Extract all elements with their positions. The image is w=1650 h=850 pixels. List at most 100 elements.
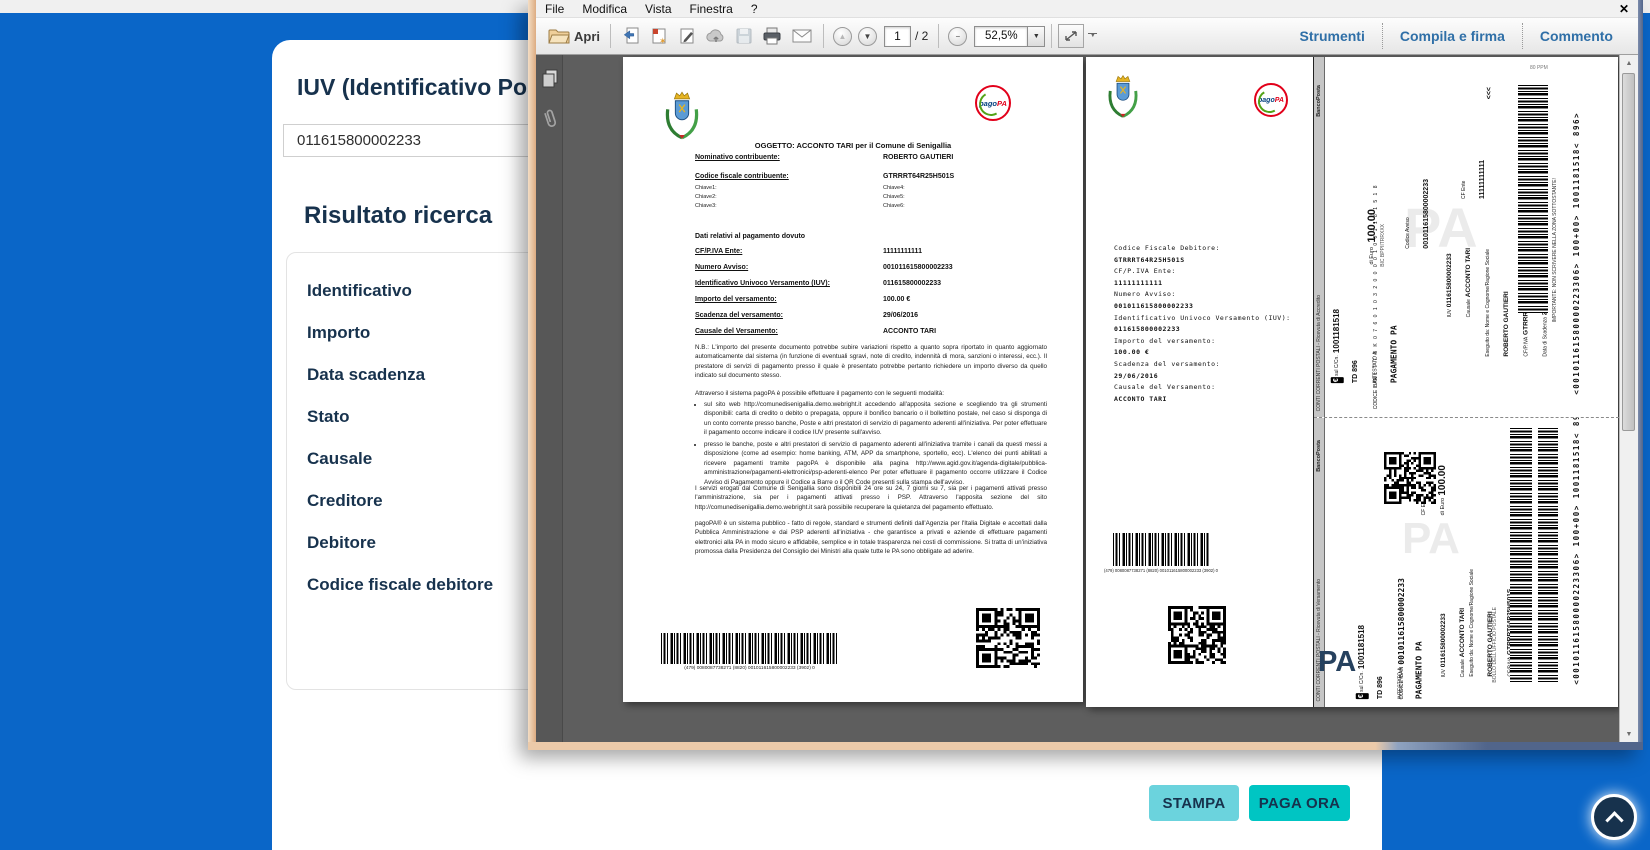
importo-row: Importo del versamento: 100.00 € — [695, 296, 1055, 303]
window-frame-bottom — [528, 742, 1643, 750]
qr-code — [1168, 606, 1226, 664]
tab-commento[interactable]: Commento — [1523, 23, 1630, 49]
previous-page-button[interactable]: ▲ — [833, 26, 852, 46]
scadenza-row: Scadenza del versamento: 29/06/2016 — [695, 312, 1055, 319]
stampa-button[interactable]: STAMPA — [1149, 785, 1239, 821]
field-label: Codice fiscale contribuente: — [695, 173, 789, 180]
zoom-out-button[interactable]: − — [948, 26, 968, 46]
mono-value: ACCONTO TARI — [1114, 394, 1167, 403]
ocr-line: <00101161580000223306> 100+00> 100118151… — [1572, 417, 1581, 685]
field-label: Importo del versamento: — [695, 296, 777, 303]
chiavi-row: Chiave2: Chiave5: — [695, 194, 1047, 200]
field-label: Causale del Versamento: — [695, 328, 778, 335]
toolbar-separator — [610, 24, 611, 48]
cc-value: 1001181518 — [1357, 624, 1366, 669]
barcode — [1113, 533, 1209, 566]
paga-ora-button[interactable]: PAGA ORA — [1249, 785, 1350, 821]
field-value: GTRRRT64R25H501S — [883, 173, 955, 180]
iuv-value: 011615800002233 — [1440, 612, 1447, 667]
pa-watermark: PA — [1402, 514, 1460, 563]
create-pdf-button[interactable]: ✶ — [645, 22, 673, 50]
right-tabs: Strumenti Compila e firma Commento — [1283, 23, 1631, 49]
mono-value: 100.00 € — [1114, 348, 1150, 357]
edit-sign-button[interactable] — [673, 22, 701, 50]
chiave-label: Chiave1: — [695, 185, 717, 191]
mono-value: 11111111111 — [1114, 278, 1163, 287]
comune-coat-of-arms — [663, 89, 701, 146]
save-icon — [736, 28, 752, 44]
bullet-banche: presso le banche, poste e altri prestato… — [704, 440, 1047, 487]
field-value: 11111111111 — [883, 248, 922, 255]
scroll-top-button[interactable] — [1591, 794, 1637, 840]
folder-icon — [548, 29, 570, 44]
field-value: 29/06/2016 — [883, 312, 919, 319]
contribuente-row: Nominativo contribuente: ROBERTO GAUTIERI — [695, 154, 1047, 161]
chiave-label: Chiave6: — [883, 203, 905, 209]
scrollbar-down-icon[interactable]: ▼ — [1620, 726, 1638, 742]
importante-label: IMPORTANTE: NON SCRIVERE NELLA ZONA SOTT… — [1552, 177, 1558, 322]
edit-icon — [680, 28, 694, 44]
causale-row: Causale del Versamento: ACCONTO TARI — [695, 328, 1055, 335]
servizi-paragraph: I servizi erogati dal Comune di Senigall… — [695, 485, 1047, 511]
bollettino-area: CONTI CORRENTI POSTALI - Ricevuta di Acc… — [1313, 57, 1619, 707]
pagopa-logo: pago PA — [975, 85, 1011, 121]
iban-label: CODICE IBAN — [1399, 666, 1405, 699]
field-value: 100.00 € — [883, 296, 911, 303]
print-button[interactable] — [757, 22, 787, 50]
pa-watermark: PA — [1404, 196, 1478, 259]
toolbar: Apri ✶ ▲ ▼ 1 / 2 − 52,5% ▼ ▼ Strumenti C… — [536, 18, 1638, 55]
eseguito-label: Eseguito da: Nome e Cognome/Ragione Soci… — [1485, 249, 1491, 357]
menu-file[interactable]: File — [536, 0, 573, 17]
di-euro-label: di Euro — [1440, 497, 1447, 515]
mono-value: 001011615800002233 — [1114, 301, 1194, 310]
mono-label: Numero Avviso: — [1114, 290, 1176, 299]
attachments-paperclip-icon[interactable] — [541, 107, 559, 136]
mono-label: CF/P.IVA Ente: — [1114, 267, 1176, 276]
comune-coat-of-arms — [1106, 73, 1140, 124]
mono-label: Codice Fiscale Debitore: — [1114, 244, 1220, 252]
cloud-upload-button[interactable] — [701, 22, 731, 50]
cc-label: sul C/Cn. — [1334, 355, 1340, 376]
menu-finestra[interactable]: Finestra — [681, 0, 742, 17]
menu-bar: File Modifica Vista Finestra ? — [536, 0, 1638, 18]
vertical-scrollbar[interactable]: ▲ ▼ — [1619, 55, 1638, 742]
field-label: Identificativo Univoco Versamento (IUV): — [695, 280, 830, 287]
cc-value: 1001181518 — [1332, 308, 1341, 353]
open-label: Apri — [574, 28, 600, 44]
chiave-label: Chiave2: — [695, 194, 717, 200]
mono-value: GTRRRT64R25H501S — [1114, 255, 1185, 264]
vertical-barcode — [1518, 83, 1548, 313]
chiave-label: Chiave5: — [883, 194, 905, 200]
chevron-up-icon — [1604, 810, 1624, 830]
menu-vista[interactable]: Vista — [636, 0, 680, 17]
menu-modifica[interactable]: Modifica — [573, 0, 636, 17]
toolbar-separator — [1051, 24, 1053, 48]
open-button[interactable]: Apri — [544, 22, 604, 50]
zoom-dropdown-button[interactable]: ▼ — [1028, 25, 1046, 47]
page-number-input[interactable]: 1 — [884, 25, 911, 47]
fit-window-button[interactable] — [1058, 24, 1085, 48]
scrollbar-up-icon[interactable]: ▲ — [1620, 55, 1638, 71]
oggetto-line: OGGETTO: ACCONTO TARI per il Comune di S… — [754, 141, 952, 150]
iban-label: CODICE IBAN — [1373, 376, 1379, 409]
scrollbar-thumb[interactable] — [1622, 73, 1635, 431]
menu-help[interactable]: ? — [742, 0, 767, 17]
bollettino-ricevuta-versamento: CONTI CORRENTI POSTALI - Ricevuta di Ver… — [1314, 417, 1619, 707]
next-page-button[interactable]: ▼ — [858, 26, 877, 46]
page-thumbnails-icon[interactable] — [541, 69, 559, 94]
email-button[interactable] — [787, 22, 817, 50]
field-value: 001011615800002233 — [883, 264, 953, 271]
qr-code — [976, 608, 1040, 668]
save-button[interactable] — [731, 22, 757, 50]
more-tools-button[interactable]: ▼ — [1084, 22, 1101, 50]
export-pdf-button[interactable] — [617, 22, 645, 50]
vertical-barcode — [1510, 428, 1532, 682]
mono-label: Importo del versamento: — [1114, 336, 1216, 345]
close-icon[interactable]: ✕ — [1619, 2, 1629, 16]
bancoposta-label: BancoPosta — [1315, 440, 1322, 472]
tab-compila-e-firma[interactable]: Compila e firma — [1383, 23, 1522, 49]
tab-strumenti[interactable]: Strumenti — [1283, 23, 1382, 49]
chevron-down-icon: ▼ — [1089, 33, 1096, 39]
iuv-value: 011615800002233 — [1446, 252, 1453, 307]
zoom-level-input[interactable]: 52,5% — [974, 25, 1029, 47]
